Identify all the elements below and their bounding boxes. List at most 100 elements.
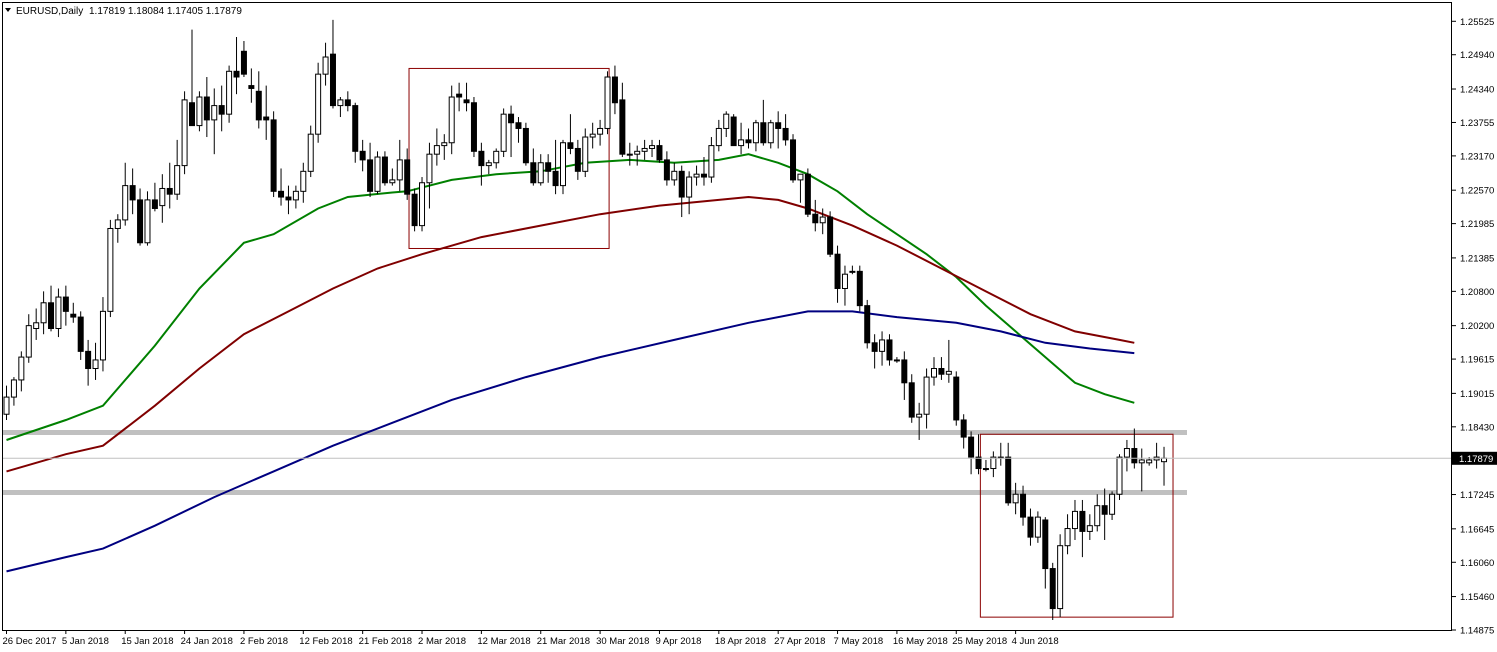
candle-body-bearish [77, 316, 84, 352]
candle-body-bullish [3, 396, 10, 415]
candle-body-bearish [760, 122, 767, 144]
candle-body-bullish [893, 359, 900, 362]
candle-body-bearish [478, 150, 485, 167]
date-tick-label: 27 Apr 2018 [774, 636, 825, 647]
candle-body-bearish [908, 382, 915, 418]
candle[interactable] [196, 91, 203, 132]
candle-body-bullish [226, 70, 233, 115]
candle[interactable] [864, 299, 871, 349]
candle-body-bullish [537, 162, 544, 184]
candle-body-bullish [708, 145, 715, 178]
candle-body-bearish [827, 216, 834, 255]
date-tick-label: 12 Mar 2018 [477, 636, 530, 647]
candle-body-bullish [752, 122, 759, 144]
candle[interactable] [1116, 454, 1123, 500]
candle-body-bullish [1109, 493, 1116, 515]
candle[interactable] [1057, 534, 1064, 618]
candle-body-bullish [181, 99, 188, 167]
candle-body-bullish [292, 190, 299, 201]
date-tick-label: 4 Jun 2018 [1012, 636, 1059, 647]
candle-body-bearish [137, 199, 144, 244]
candle-body-bullish [841, 273, 848, 289]
candle-body-bullish [419, 182, 426, 227]
date-tick-label: 21 Mar 2018 [537, 636, 590, 647]
candle[interactable] [730, 114, 737, 147]
candle-body-bearish [775, 122, 782, 129]
candle-body-bullish [1094, 505, 1101, 527]
candle-body-bullish [916, 413, 923, 418]
candle-body-bullish [931, 368, 937, 378]
candle-body-bearish [233, 70, 240, 78]
price-tick-label: 1.16060 [1460, 558, 1494, 569]
candle-body-bullish [945, 370, 952, 375]
candle-body-bearish [522, 127, 529, 164]
candle-body-bearish [62, 296, 69, 312]
current-price-label: 1.17879 [1459, 454, 1493, 465]
candle-body-bearish [663, 159, 670, 181]
date-tick-label: 25 May 2018 [952, 636, 1007, 647]
current-price-marker: 1.17879 [1452, 451, 1497, 465]
candle[interactable] [226, 65, 233, 123]
candle-body-bearish [745, 139, 752, 144]
candle[interactable] [522, 122, 529, 166]
candle-body-bullish [40, 302, 47, 324]
candle[interactable] [315, 62, 322, 143]
candle[interactable] [604, 71, 611, 135]
candle[interactable] [270, 111, 277, 198]
candle-body-bullish [337, 99, 344, 107]
candle[interactable] [856, 265, 863, 312]
candle-body-bullish [485, 162, 492, 167]
candle-body-bullish [389, 179, 396, 184]
candle-body-bearish [678, 170, 685, 198]
candle-body-bullish [448, 96, 455, 144]
candle-body-bearish [790, 139, 797, 181]
candle-body-bearish [574, 147, 581, 172]
candle-body-bearish [1005, 456, 1012, 504]
candle[interactable] [144, 191, 151, 246]
candle-body-bearish [871, 342, 878, 352]
candle-body-bullish [879, 339, 886, 352]
candle[interactable] [827, 211, 834, 258]
candle[interactable] [419, 177, 426, 232]
candle[interactable] [411, 188, 418, 232]
candle-body-bearish [1049, 568, 1056, 610]
price-tick-label: 1.23755 [1460, 118, 1494, 129]
price-tick-label: 1.19615 [1460, 355, 1494, 366]
price-chart[interactable]: 1.25525 1.24940 1.24340 1.23755 1.23170 1.225… [0, 0, 1497, 652]
candle-body-bearish [411, 193, 418, 227]
candle-body-bearish [1027, 516, 1034, 538]
candle-body-bullish [715, 127, 722, 147]
chart-header: EURUSD,Daily 1.17819 1.18084 1.17405 1.1… [5, 6, 242, 17]
candle[interactable] [107, 219, 114, 318]
price-tick-label: 1.20800 [1460, 287, 1494, 298]
price-tick-label: 1.24340 [1460, 85, 1494, 96]
candle-body-bullish [1064, 528, 1071, 547]
candle[interactable] [374, 151, 381, 195]
candle[interactable] [804, 168, 811, 218]
candle-body-bullish [396, 159, 403, 181]
candle-body-bearish [619, 99, 626, 155]
candle[interactable] [790, 134, 797, 183]
candle-body-bullish [33, 322, 40, 330]
candle[interactable] [470, 97, 477, 158]
candle[interactable] [500, 108, 507, 158]
candle-body-bullish [767, 122, 774, 144]
date-tick-label: 15 Jan 2018 [121, 636, 173, 647]
date-tick-label: 26 Dec 2017 [3, 636, 57, 647]
candle-body-bearish [1020, 493, 1027, 518]
candle[interactable] [953, 371, 960, 426]
candle-body-bearish [567, 142, 574, 149]
candle-body-bearish [1079, 510, 1086, 532]
candle-body-bullish [493, 150, 500, 164]
candle-body-bullish [307, 133, 314, 172]
date-tick-label: 2 Mar 2018 [418, 636, 466, 647]
candle[interactable] [560, 139, 566, 195]
candle-body-bearish [953, 376, 960, 421]
candle[interactable] [181, 91, 188, 175]
candle-body-bearish [344, 99, 351, 107]
candle-body-bullish [122, 185, 129, 221]
candle-body-bullish [55, 296, 62, 330]
candle-body-bullish [433, 145, 440, 155]
candle-body-bullish [797, 173, 804, 181]
candle-body-bullish [990, 456, 997, 470]
